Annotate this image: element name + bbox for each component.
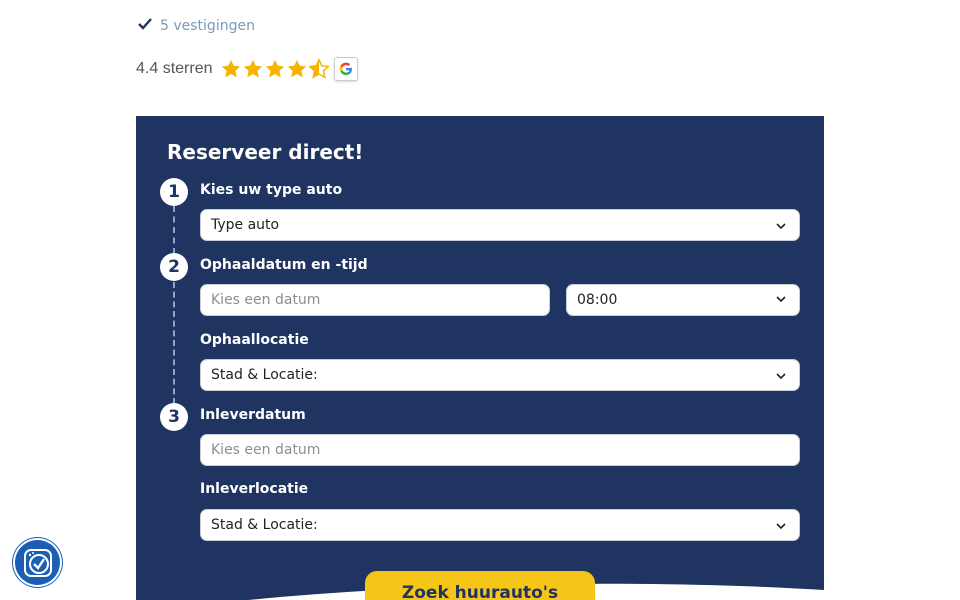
- pickup-time-select[interactable]: 08:00: [566, 284, 800, 316]
- star-icon: [288, 59, 307, 78]
- chevron-down-icon: [776, 523, 786, 530]
- pickup-date-input[interactable]: Kies een datum: [200, 284, 550, 316]
- rating-text: 4.4 sterren: [136, 60, 213, 77]
- accessibility-button[interactable]: [15, 540, 60, 585]
- branches-info: 5 vestigingen: [138, 16, 255, 36]
- car-type-value: Type auto: [211, 217, 280, 233]
- chevron-down-icon: [776, 296, 786, 303]
- check-icon: [138, 18, 152, 34]
- car-type-label: Kies uw type auto: [200, 182, 343, 198]
- star-icon: [244, 59, 263, 78]
- accessibility-icon: [23, 548, 52, 577]
- half-star-icon: [308, 58, 331, 79]
- step-3-badge: 3: [160, 403, 188, 431]
- pickup-location-select[interactable]: Stad & Locatie:: [200, 359, 800, 391]
- star-icon: [222, 59, 241, 78]
- branches-link[interactable]: 5 vestigingen: [160, 18, 255, 34]
- star-icon: [266, 59, 285, 78]
- search-cars-button[interactable]: Zoek huurauto's: [365, 571, 595, 600]
- return-date-input[interactable]: Kies een datum: [200, 434, 800, 466]
- chevron-down-icon: [776, 223, 786, 230]
- pickup-datetime-label: Ophaaldatum en -tijd: [200, 257, 368, 273]
- step-2-badge: 2: [160, 253, 188, 281]
- star-rating: [220, 58, 331, 80]
- rating: 4.4 sterren: [136, 55, 359, 83]
- return-location-label: Inleverlocatie: [200, 481, 309, 497]
- car-type-select[interactable]: Type auto: [200, 209, 800, 241]
- pickup-date-placeholder: Kies een datum: [211, 292, 321, 308]
- pickup-time-value: 08:00: [577, 292, 618, 308]
- pickup-location-value: Stad & Locatie:: [211, 367, 318, 383]
- chevron-down-icon: [776, 373, 786, 380]
- return-date-placeholder: Kies een datum: [211, 442, 321, 458]
- reservation-panel: Reserveer direct! 1 Kies uw type auto Ty…: [136, 116, 824, 600]
- panel-title: Reserveer direct!: [167, 140, 364, 164]
- return-location-select[interactable]: Stad & Locatie:: [200, 509, 800, 541]
- step-1-badge: 1: [160, 178, 188, 206]
- return-location-value: Stad & Locatie:: [211, 517, 318, 533]
- step-connector: [173, 206, 175, 254]
- return-date-label: Inleverdatum: [200, 407, 306, 423]
- step-connector: [173, 282, 175, 404]
- google-icon: [334, 57, 359, 81]
- pickup-location-label: Ophaallocatie: [200, 332, 309, 348]
